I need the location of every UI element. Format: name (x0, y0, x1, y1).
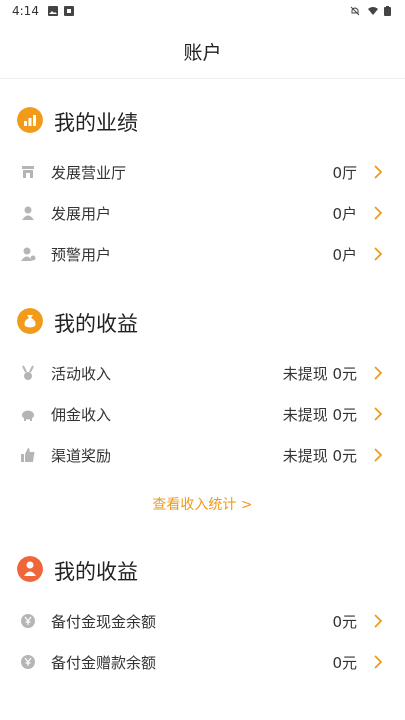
battery-icon (384, 6, 391, 16)
status-time: 4:14 (12, 4, 39, 18)
row-channel-reward[interactable]: 渠道奖励 未提现 0元 (0, 437, 405, 473)
row-reserve-grant-balance[interactable]: 备付金赠款余额 0元 (0, 644, 405, 680)
row-value: 未提现 0元 (282, 365, 357, 383)
status-bar: 4:14 (0, 0, 405, 24)
row-label: 佣金收入 (51, 406, 112, 424)
earnings-section-header: 我的收益 (0, 304, 405, 338)
reserve-section-header: 我的收益 (0, 552, 405, 586)
row-value: 0户 (332, 205, 357, 223)
chevron-right-icon (374, 448, 383, 462)
performance-title: 我的业绩 (54, 111, 138, 135)
row-label: 备付金现金余额 (51, 613, 157, 631)
row-value: 0元 (332, 654, 357, 672)
person-coin-icon (17, 556, 43, 582)
user-warning-icon (21, 247, 36, 261)
row-commission-income[interactable]: 佣金收入 未提现 0元 (0, 396, 405, 432)
performance-chart-icon (17, 107, 43, 133)
chevron-right-icon (374, 614, 383, 628)
row-develop-users[interactable]: 发展用户 0户 (0, 195, 405, 231)
row-warning-users[interactable]: 预警用户 0户 (0, 236, 405, 272)
title-bar: 账户 (0, 24, 405, 79)
thumbs-up-icon (21, 448, 35, 462)
row-label: 渠道奖励 (51, 447, 112, 465)
store-icon (22, 166, 34, 178)
yen-coin-icon (21, 614, 35, 628)
row-label: 活动收入 (51, 365, 112, 383)
row-value: 0厅 (332, 164, 357, 182)
app-notification-icon (64, 6, 74, 16)
chevron-right-icon (374, 366, 383, 380)
row-label: 预警用户 (51, 246, 112, 264)
performance-section-header: 我的业绩 (0, 103, 405, 137)
money-bag-icon (17, 308, 43, 334)
row-value: 0户 (332, 246, 357, 264)
row-develop-hall[interactable]: 发展营业厅 0厅 (0, 154, 405, 190)
chevron-right-icon (374, 247, 383, 261)
view-income-stats-link[interactable]: 查看收入统计 > (0, 494, 405, 514)
chevron-right-icon (374, 165, 383, 179)
row-value: 未提现 0元 (282, 447, 357, 465)
row-value: 0元 (332, 613, 357, 631)
row-value: 未提现 0元 (282, 406, 357, 424)
page-title: 账户 (183, 42, 222, 64)
gallery-icon (48, 6, 58, 16)
user-icon (22, 206, 34, 220)
row-label: 发展用户 (51, 205, 112, 223)
piggy-bank-icon (22, 410, 34, 421)
chevron-right-icon (374, 206, 383, 220)
row-label: 备付金赠款余额 (51, 654, 157, 672)
chevron-right-icon (374, 655, 383, 669)
wifi-icon (368, 7, 378, 15)
row-reserve-cash-balance[interactable]: 备付金现金余额 0元 (0, 603, 405, 639)
earnings-title: 我的收益 (54, 312, 138, 336)
mute-icon (350, 6, 360, 16)
row-activity-income[interactable]: 活动收入 未提现 0元 (0, 355, 405, 391)
chevron-right-icon (374, 407, 383, 421)
row-label: 发展营业厅 (51, 164, 127, 182)
yen-coin-icon (21, 655, 35, 669)
medal-icon (22, 365, 34, 380)
reserve-title: 我的收益 (54, 560, 138, 584)
